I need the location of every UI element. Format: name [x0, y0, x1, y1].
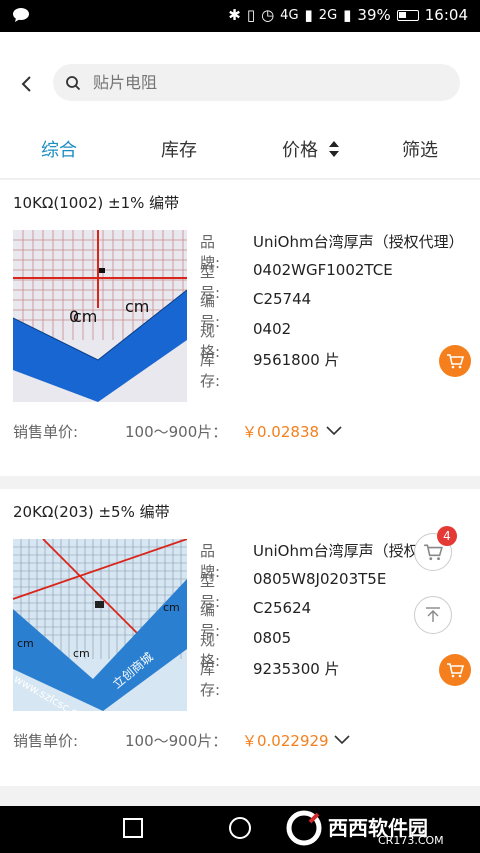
- price-row[interactable]: 销售单价: 100～900片： ￥0.022929: [13, 730, 473, 754]
- recent-apps-button[interactable]: [123, 818, 143, 838]
- chevron-left-icon: [21, 76, 31, 92]
- search-header: [0, 32, 480, 127]
- tab-filter[interactable]: 筛选: [402, 135, 438, 163]
- battery-percent: 39%: [357, 6, 391, 24]
- home-button[interactable]: [229, 817, 251, 839]
- vibrate-icon: ▯: [246, 6, 256, 24]
- unit-price: ￥0.02838: [242, 423, 320, 441]
- price-range: 100～900片：: [125, 423, 228, 441]
- price-label: 销售单价:: [13, 423, 79, 441]
- network-2g: 2G: [318, 7, 338, 23]
- tab-price-label: 价格: [282, 140, 318, 161]
- tab-comprehensive[interactable]: 综合: [41, 135, 77, 163]
- cart-icon: [424, 544, 443, 561]
- thumb-cm-label: cm: [17, 637, 34, 650]
- cart-count-badge: 4: [437, 526, 457, 546]
- price-row[interactable]: 销售单价: 100～900片： ￥0.02838: [13, 421, 473, 445]
- watermark-logo-icon: [286, 810, 322, 846]
- status-bar: ✱ ▯ ◷ 4G ▮ 2G ▮ 39% 16:04: [0, 0, 480, 32]
- price-range: 100～900片：: [125, 732, 228, 750]
- tab-price[interactable]: 价格: [282, 135, 340, 163]
- unit-price: ￥0.022929: [242, 732, 329, 750]
- status-icons: ✱ ▯ ◷ 4G ▮ 2G ▮ 39% 16:04: [228, 6, 468, 24]
- watermark-sub: CR173.COM: [378, 834, 444, 847]
- tab-stock[interactable]: 库存: [161, 135, 197, 163]
- product-name: 20KΩ(203) ±5% 编带: [13, 503, 170, 521]
- thumb-cm-label-2: cm: [73, 647, 90, 660]
- back-button[interactable]: [14, 72, 38, 96]
- thumb-cm-label-3: cm: [163, 601, 180, 614]
- chevron-down-icon[interactable]: [326, 426, 342, 436]
- floating-cart-button[interactable]: 4: [414, 526, 457, 571]
- sort-tabs: 综合 库存 价格 筛选: [0, 127, 480, 179]
- cart-icon: [447, 354, 464, 369]
- chat-notification-icon: [12, 7, 30, 27]
- network-4g: 4G: [280, 7, 299, 23]
- product-card[interactable]: 20KΩ(203) ±5% 编带 cm cm cm www.szlcsc.com…: [0, 489, 480, 786]
- product-card[interactable]: 10KΩ(1002) ±1% 编带 cm cm 0 品牌: UniOhm台湾厚声（…: [0, 180, 480, 476]
- arrow-up-icon: [426, 607, 440, 622]
- price-label: 销售单价:: [13, 732, 79, 750]
- sort-arrows-icon: [328, 140, 340, 158]
- signal-icon-2: ▮: [343, 6, 352, 24]
- alarm-icon: ◷: [261, 6, 275, 24]
- search-input[interactable]: [93, 73, 393, 92]
- product-name: 10KΩ(1002) ±1% 编带: [13, 194, 180, 212]
- search-bar[interactable]: [53, 64, 460, 101]
- thumb-cm-label-2: cm: [125, 297, 149, 316]
- thumb-zero-label: 0: [69, 307, 79, 326]
- add-to-cart-button[interactable]: [439, 345, 471, 377]
- product-image[interactable]: cm cm 0: [13, 230, 187, 402]
- signal-icon: ▮: [304, 6, 313, 24]
- back-to-top-button[interactable]: [414, 596, 452, 634]
- search-icon: [66, 75, 81, 90]
- chevron-down-icon[interactable]: [334, 735, 350, 745]
- battery-icon: [396, 9, 419, 21]
- add-to-cart-button[interactable]: [439, 654, 471, 686]
- cart-icon: [447, 663, 464, 678]
- bluetooth-icon: ✱: [228, 6, 241, 24]
- clock: 16:04: [424, 6, 468, 24]
- product-image[interactable]: cm cm cm www.szlcsc.com 立创商城: [13, 539, 187, 711]
- watermark: 西西软件园 CR173.COM: [282, 808, 462, 848]
